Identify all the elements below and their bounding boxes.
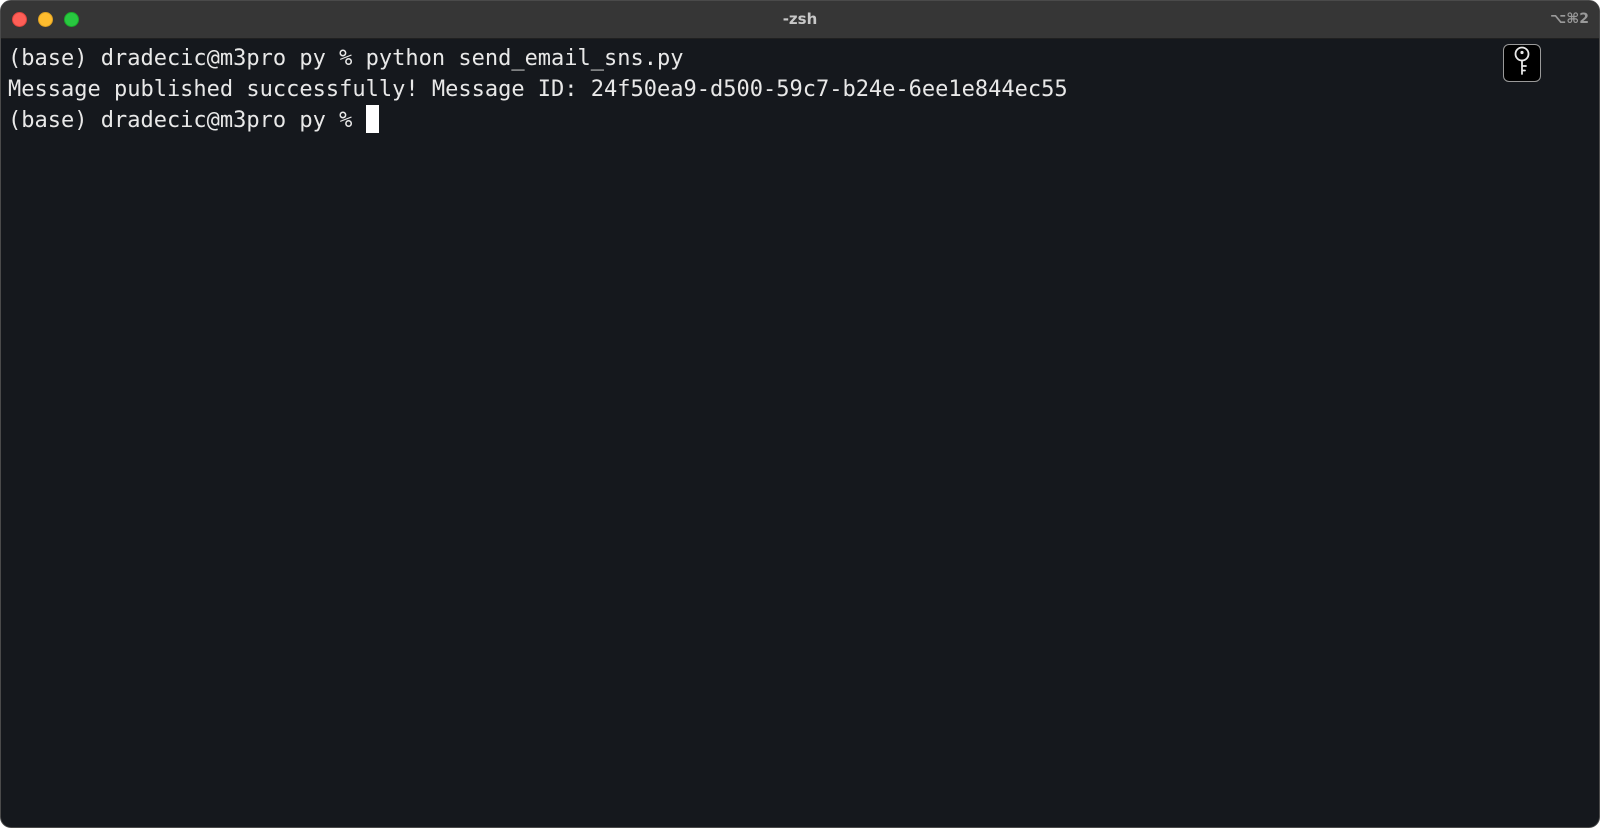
- terminal-output[interactable]: (base) dradecic@m3pro py % python send_e…: [1, 39, 1599, 136]
- terminal-line: (base) dradecic@m3pro py % python send_e…: [8, 43, 1599, 74]
- shell-command: python send_email_sns.py: [365, 46, 684, 71]
- terminal-window: -zsh ⌥⌘2 (base) dradecic@m3pro py % pyth…: [0, 0, 1600, 828]
- terminal-line: (base) dradecic@m3pro py %: [8, 105, 1599, 136]
- command-output: Message published successfully! Message …: [8, 77, 1068, 102]
- shell-prompt: (base) dradecic@m3pro py %: [8, 108, 366, 133]
- window-shortcut: ⌥⌘2: [1550, 11, 1589, 27]
- title-bar[interactable]: -zsh ⌥⌘2: [1, 1, 1599, 39]
- window-title: -zsh: [782, 10, 818, 28]
- terminal-line: Message published successfully! Message …: [8, 74, 1599, 105]
- shell-prompt: (base) dradecic@m3pro py %: [8, 46, 366, 71]
- key-icon: [1511, 46, 1533, 80]
- text-cursor: [365, 105, 379, 133]
- secure-input-button[interactable]: [1503, 44, 1541, 82]
